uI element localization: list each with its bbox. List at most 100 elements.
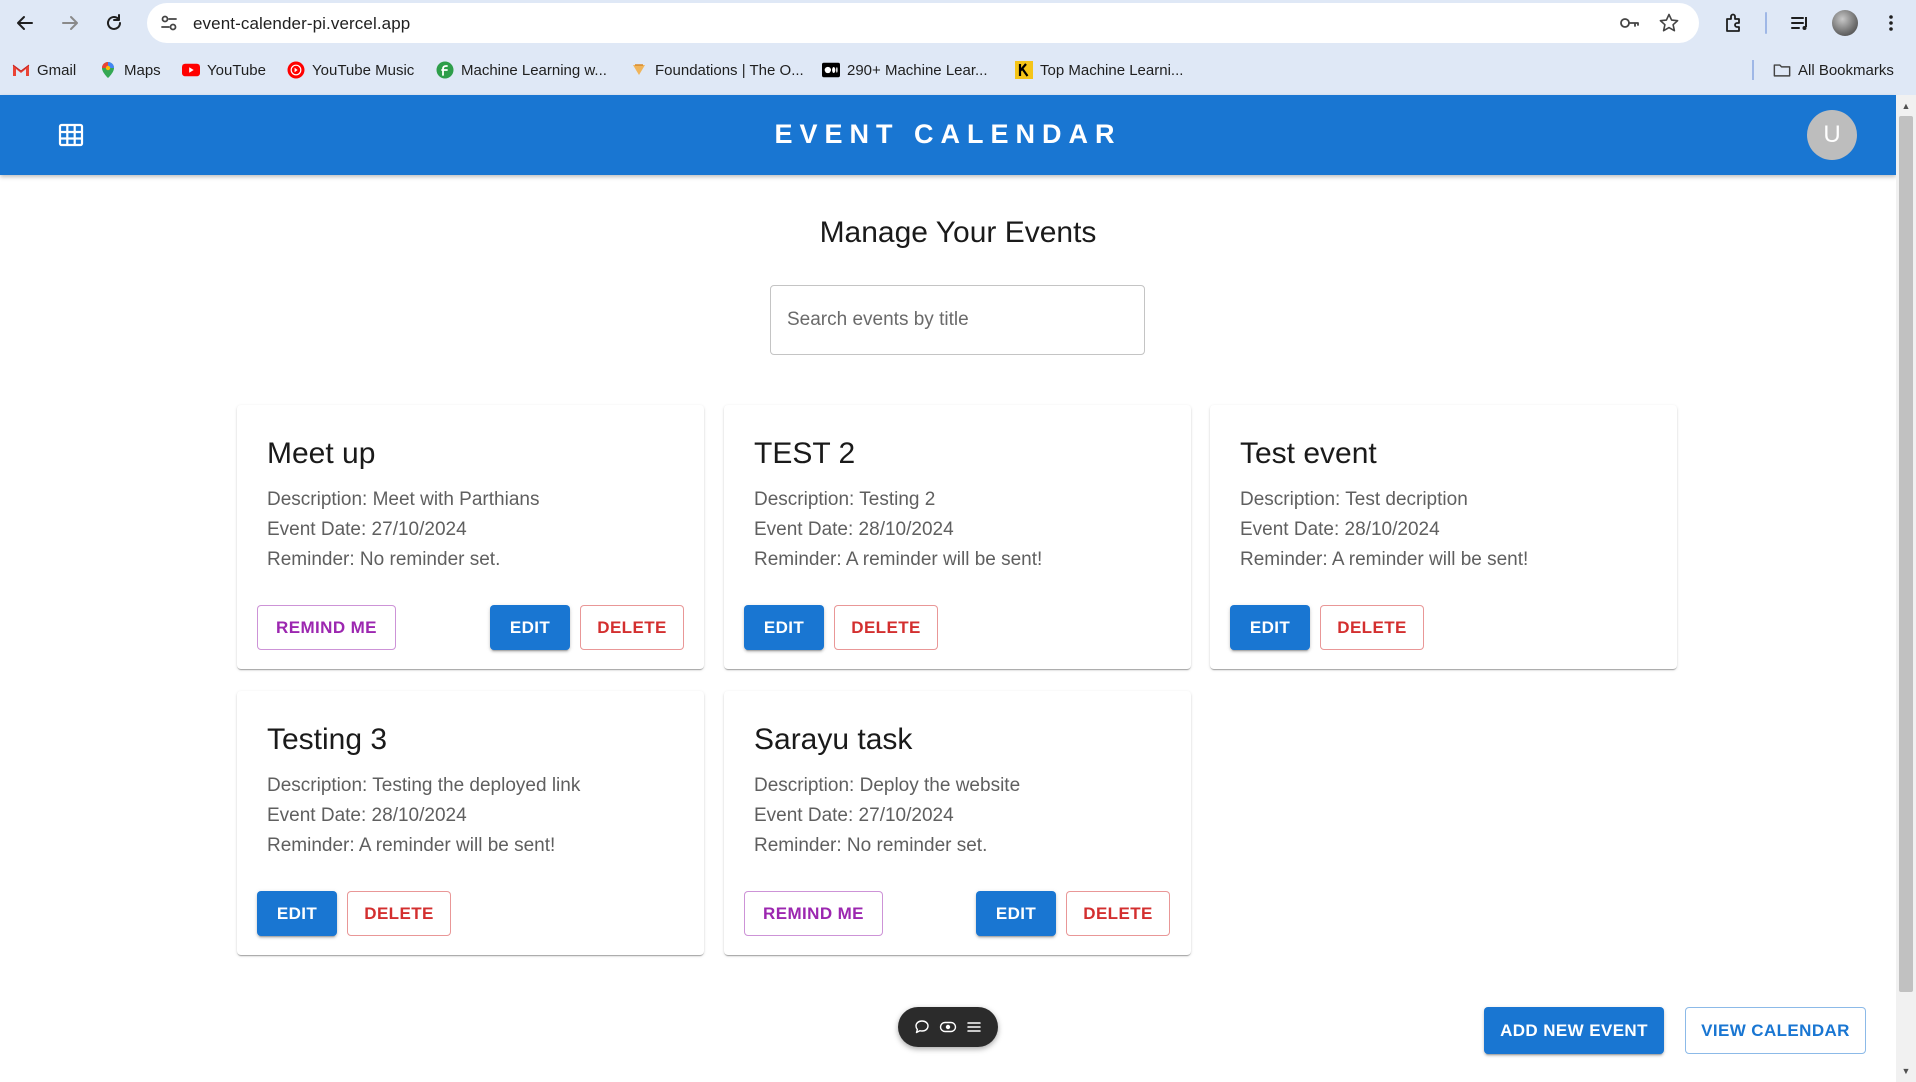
delete-button[interactable]: DELETE [834,605,938,650]
bookmark-label: Maps [124,61,161,79]
event-card-sarayu-task: Sarayu task Description: Deploy the webs… [724,691,1191,955]
search-field[interactable] [770,285,1145,355]
edit-button[interactable]: EDIT [257,891,337,936]
delete-button[interactable]: DELETE [1066,891,1170,936]
remind-me-button[interactable]: REMIND ME [257,605,396,650]
event-date: Event Date: 28/10/2024 [1240,519,1440,540]
floating-toolbar [898,1007,998,1047]
forward-button[interactable] [55,8,85,38]
bookmark-star-icon[interactable] [1657,11,1681,35]
event-reminder: Reminder: A reminder will be sent! [1240,549,1529,570]
media-control-button[interactable] [1785,8,1815,38]
comment-icon[interactable] [912,1017,932,1037]
url-text[interactable]: event-calender-pi.vercel.app [193,14,410,34]
event-card-meet-up: Meet up Description: Meet with Parthians… [237,405,704,669]
event-card-test-event: Test event Description: Test decription … [1210,405,1677,669]
add-new-event-button[interactable]: ADD NEW EVENT [1484,1007,1664,1054]
scroll-down-arrow-icon[interactable]: ▼ [1899,1064,1913,1078]
remind-me-button[interactable]: REMIND ME [744,891,883,936]
search-input[interactable] [787,286,1127,354]
user-avatar[interactable]: U [1807,110,1857,160]
event-description: Description: Deploy the website [754,775,1021,796]
delete-button[interactable]: DELETE [580,605,684,650]
eye-toggle-icon[interactable] [938,1017,958,1037]
event-title: Sarayu task [754,723,913,756]
bookmark-label: Top Machine Learni... [1040,61,1184,79]
bookmark-top-machine-learning[interactable]: Top Machine Learni... [1015,58,1183,82]
more-vert-icon [1889,15,1893,31]
extensions-button[interactable] [1719,8,1749,38]
app-title: EVENT CALENDAR [774,119,1122,149]
bookmark-maps[interactable]: Maps [99,58,161,82]
event-description: Description: Testing 2 [754,489,936,510]
bookmark-label: Machine Learning w... [461,61,607,79]
edit-button[interactable]: EDIT [1230,605,1310,650]
bookmark-label: YouTube Music [312,61,415,79]
scroll-up-arrow-icon[interactable]: ▲ [1899,99,1913,113]
event-card-testing-3: Testing 3 Description: Testing the deplo… [237,691,704,955]
event-reminder: Reminder: A reminder will be sent! [267,835,556,856]
bookmark-label: 290+ Machine Lear... [847,61,988,79]
foundations-icon [630,61,648,79]
view-calendar-button[interactable]: VIEW CALENDAR [1685,1007,1866,1054]
event-description: Description: Test decription [1240,489,1468,510]
bookmarks-divider [1752,60,1754,80]
event-title: Test event [1240,437,1377,470]
bookmark-foundations[interactable]: Foundations | The O... [630,58,804,82]
reload-icon [107,14,121,30]
edit-button[interactable]: EDIT [744,605,824,650]
forward-arrow-icon [62,16,78,30]
event-title: TEST 2 [754,437,856,470]
event-reminder: Reminder: A reminder will be sent! [754,549,1043,570]
youtube-music-icon [287,61,305,79]
browser-menu-button[interactable] [1876,8,1906,38]
browser-chrome: event-calender-pi.vercel.app Gmail Maps [0,0,1916,95]
bookmark-youtube-music[interactable]: YouTube Music [287,58,414,82]
bookmarks-bar: Gmail Maps YouTube YouTube Music Machine… [0,54,1916,86]
reload-button[interactable] [99,8,129,38]
event-reminder: Reminder: No reminder set. [267,549,501,570]
youtube-icon [182,61,200,79]
menu-lines-icon[interactable] [964,1017,984,1037]
bookmark-youtube[interactable]: YouTube [182,58,266,82]
password-key-icon[interactable] [1617,11,1641,35]
address-bar[interactable]: event-calender-pi.vercel.app [147,3,1699,43]
event-date: Event Date: 27/10/2024 [267,519,467,540]
event-date: Event Date: 28/10/2024 [754,519,954,540]
puzzle-icon [1726,13,1740,32]
event-card-test-2: TEST 2 Description: Testing 2 Event Date… [724,405,1191,669]
page-title: Manage Your Events [819,216,1097,249]
event-date: Event Date: 28/10/2024 [267,805,467,826]
bookmark-290-machine-learning[interactable]: 290+ Machine Lear... [822,58,988,82]
event-title: Testing 3 [267,723,388,756]
maps-icon [99,61,117,79]
bookmark-label: YouTube [207,61,266,79]
delete-button[interactable]: DELETE [1320,605,1424,650]
bookmark-label: Foundations | The O... [655,61,804,79]
profile-avatar[interactable] [1832,10,1858,36]
delete-button[interactable]: DELETE [347,891,451,936]
ml-site-icon [436,61,454,79]
edit-button[interactable]: EDIT [490,605,570,650]
gmail-icon [12,61,30,79]
medium-icon [822,61,840,79]
event-title: Meet up [267,437,376,470]
app-header: EVENT CALENDAR U [0,95,1896,175]
bookmark-machine-learning[interactable]: Machine Learning w... [436,58,607,82]
bookmark-label: Gmail [37,61,77,79]
bookmark-gmail[interactable]: Gmail [12,58,76,82]
event-description: Description: Meet with Parthians [267,489,540,510]
toolbar-divider [1765,12,1767,34]
event-reminder: Reminder: No reminder set. [754,835,988,856]
event-description: Description: Testing the deployed link [267,775,581,796]
folder-icon [1773,61,1791,79]
back-button[interactable] [10,8,40,38]
bookmark-label: All Bookmarks [1798,61,1894,79]
event-date: Event Date: 27/10/2024 [754,805,954,826]
all-bookmarks-button[interactable]: All Bookmarks [1773,58,1894,82]
queue-music-icon [1791,17,1807,30]
kaggle-k-icon [1015,61,1033,79]
site-info-icon[interactable] [157,11,181,35]
back-arrow-icon [17,16,33,30]
edit-button[interactable]: EDIT [976,891,1056,936]
